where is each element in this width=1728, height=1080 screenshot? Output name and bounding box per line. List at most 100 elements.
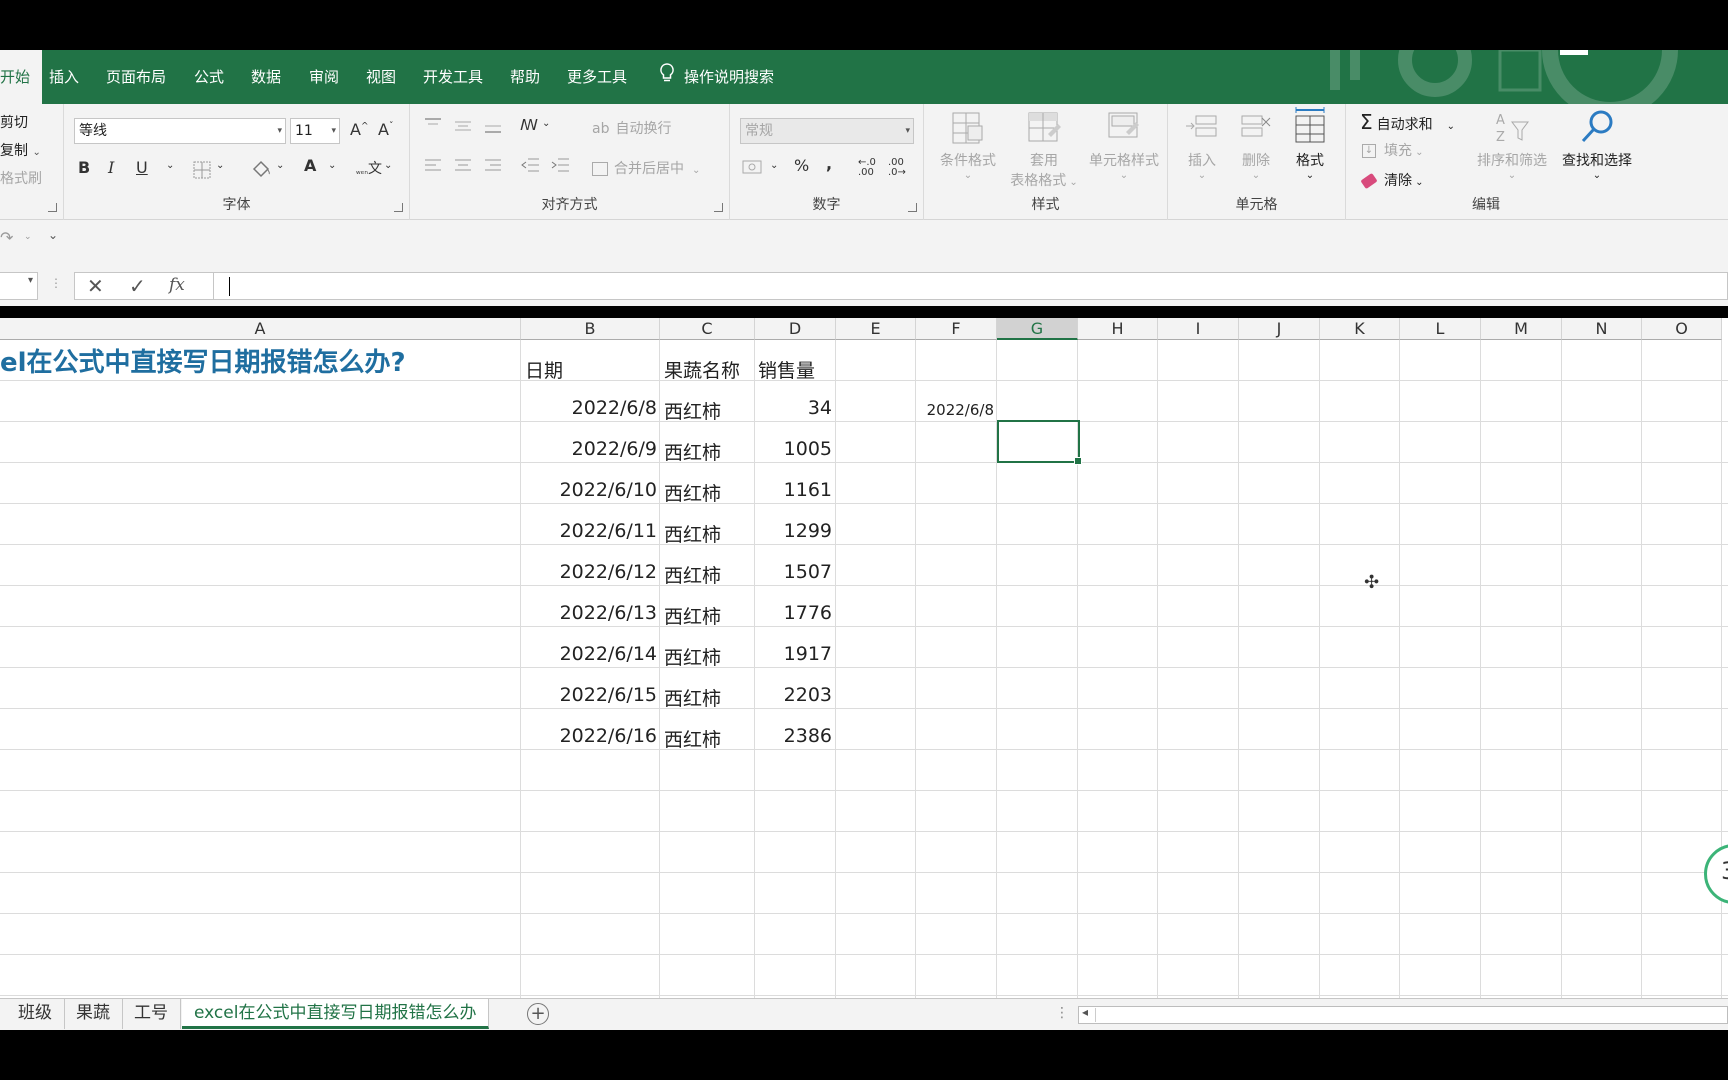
shrink-font-button[interactable]: Aˇ: [378, 120, 393, 139]
selected-cell-g4[interactable]: [997, 420, 1082, 465]
align-middle-icon[interactable]: [454, 116, 472, 134]
cell-name[interactable]: 西红柿: [664, 684, 721, 711]
scroll-thumb[interactable]: [1095, 1008, 1725, 1022]
borders-dropdown-icon[interactable]: ⌄: [216, 160, 224, 171]
fill-color-icon[interactable]: [250, 159, 272, 179]
header-name[interactable]: 果蔬名称: [664, 356, 740, 383]
align-center-icon[interactable]: [454, 156, 472, 174]
underline-dropdown-icon[interactable]: ⌄: [166, 160, 174, 171]
enter-icon[interactable]: ✓: [129, 274, 146, 298]
cell-sales[interactable]: 1005: [755, 438, 832, 460]
cell-sales[interactable]: 1299: [755, 520, 832, 542]
font-name-select[interactable]: 等线 ▾: [74, 118, 286, 144]
number-format-select[interactable]: 常规 ▾: [740, 118, 914, 144]
cell-name[interactable]: 西红柿: [664, 602, 721, 629]
column-header-n[interactable]: N: [1562, 318, 1642, 340]
cell-date[interactable]: 2022/6/8: [521, 397, 657, 419]
column-header-f[interactable]: F: [916, 318, 997, 340]
cell-sales[interactable]: 1776: [755, 602, 832, 624]
column-header-d[interactable]: D: [755, 318, 836, 340]
sheet-tab-current[interactable]: excel在公式中直接写日期报错怎么办: [182, 999, 490, 1029]
header-date[interactable]: 日期: [525, 356, 563, 383]
column-header-k[interactable]: K: [1320, 318, 1400, 340]
phonetic-button[interactable]: ʷᵉⁿ文: [356, 158, 382, 180]
cell-sales[interactable]: 2203: [755, 684, 832, 706]
floating-badge[interactable]: 3: [1704, 844, 1728, 904]
cell-name[interactable]: 西红柿: [664, 561, 721, 588]
merge-center-button[interactable]: 合并后居中 ⌄: [592, 158, 700, 178]
tab-help[interactable]: 帮助: [510, 50, 540, 104]
column-header-i[interactable]: I: [1158, 318, 1239, 340]
increase-indent-icon[interactable]: [550, 156, 570, 174]
worksheet-grid[interactable]: ABCDEFGHIJKLMNO el在公式中直接写日期报错怎么办? 日期 果蔬名…: [0, 318, 1728, 998]
cell-name[interactable]: 西红柿: [664, 397, 721, 424]
header-sales[interactable]: 销售量: [758, 356, 815, 383]
tab-review[interactable]: 审阅: [309, 50, 339, 104]
orientation-dropdown-icon[interactable]: ⌄: [542, 118, 550, 129]
cell-date[interactable]: 2022/6/13: [521, 602, 657, 624]
number-launcher[interactable]: [908, 203, 917, 212]
underline-button[interactable]: U: [136, 158, 148, 177]
cell-name[interactable]: 西红柿: [664, 438, 721, 465]
bold-button[interactable]: B: [78, 158, 90, 177]
cell-f3[interactable]: 2022/6/8: [916, 401, 994, 419]
accounting-dropdown-icon[interactable]: ⌄: [770, 160, 778, 171]
column-header-g[interactable]: G: [997, 318, 1078, 340]
column-header-h[interactable]: H: [1078, 318, 1158, 340]
insert-cells-button[interactable]: 插入 ⌄: [1176, 110, 1228, 181]
format-cells-button[interactable]: 格式 ⌄: [1284, 106, 1336, 181]
cell-date[interactable]: 2022/6/12: [521, 561, 657, 583]
name-box[interactable]: ▾: [0, 272, 38, 300]
cell-sales[interactable]: 1161: [755, 479, 832, 501]
increase-decimal-button[interactable]: ←.0.00: [858, 158, 876, 178]
cell-name[interactable]: 西红柿: [664, 520, 721, 547]
sheet-tab-class[interactable]: 班级: [6, 999, 65, 1029]
borders-icon[interactable]: [192, 160, 212, 180]
align-right-icon[interactable]: [484, 156, 502, 174]
copy-button[interactable]: 复制 ⌄: [0, 140, 41, 160]
column-header-m[interactable]: M: [1481, 318, 1562, 340]
cell-sales[interactable]: 1507: [755, 561, 832, 583]
find-select-button[interactable]: 查找和选择 ⌄: [1554, 108, 1640, 181]
cell-name[interactable]: 西红柿: [664, 479, 721, 506]
comma-button[interactable]: ,: [826, 154, 832, 173]
decrease-decimal-button[interactable]: .00.0→: [888, 158, 906, 178]
align-bottom-icon[interactable]: [484, 116, 502, 134]
align-left-icon[interactable]: [424, 156, 442, 174]
clipboard-launcher[interactable]: [48, 203, 57, 212]
cell-sales[interactable]: 2386: [755, 725, 832, 747]
autosum-button[interactable]: Σ 自动求和 ⌄: [1360, 110, 1455, 134]
redo-icon[interactable]: ↷: [0, 228, 13, 247]
column-header-a[interactable]: A: [0, 318, 521, 340]
tab-developer[interactable]: 开发工具: [423, 50, 483, 104]
column-header-j[interactable]: J: [1239, 318, 1320, 340]
tab-formulas[interactable]: 公式: [194, 50, 224, 104]
decrease-indent-icon[interactable]: [520, 156, 540, 174]
sheet-tab-produce[interactable]: 果蔬: [64, 999, 123, 1029]
cell-name[interactable]: 西红柿: [664, 643, 721, 670]
horizontal-scrollbar[interactable]: ◂: [1078, 1005, 1728, 1024]
cell-styles-button[interactable]: 单元格样式 ⌄: [1082, 110, 1166, 181]
tab-view[interactable]: 视图: [366, 50, 396, 104]
cell-date[interactable]: 2022/6/9: [521, 438, 657, 460]
sort-filter-button[interactable]: AZ 排序和筛选 ⌄: [1472, 110, 1552, 181]
tab-home[interactable]: 开始: [0, 50, 43, 104]
wrap-text-button[interactable]: ab 自动换行: [592, 118, 671, 138]
column-header-o[interactable]: O: [1642, 318, 1722, 340]
formula-input[interactable]: [214, 272, 1728, 300]
add-sheet-button[interactable]: +: [527, 1003, 549, 1025]
column-header-b[interactable]: B: [521, 318, 660, 340]
conditional-formatting-button[interactable]: 条件格式 ⌄: [932, 110, 1004, 181]
delete-cells-button[interactable]: 删除 ⌄: [1230, 110, 1282, 181]
font-color-dropdown-icon[interactable]: ⌄: [328, 160, 336, 171]
customize-qat-icon[interactable]: ⌄: [48, 228, 58, 242]
cell-date[interactable]: 2022/6/14: [521, 643, 657, 665]
tab-data[interactable]: 数据: [251, 50, 281, 104]
column-header-c[interactable]: C: [660, 318, 755, 340]
cell-date[interactable]: 2022/6/16: [521, 725, 657, 747]
tell-me-search[interactable]: 操作说明搜索: [660, 50, 774, 104]
insert-function-icon[interactable]: fx: [169, 275, 185, 295]
cell-name[interactable]: 西红柿: [664, 725, 721, 752]
grow-font-button[interactable]: A^: [350, 120, 369, 139]
alignment-launcher[interactable]: [714, 203, 723, 212]
